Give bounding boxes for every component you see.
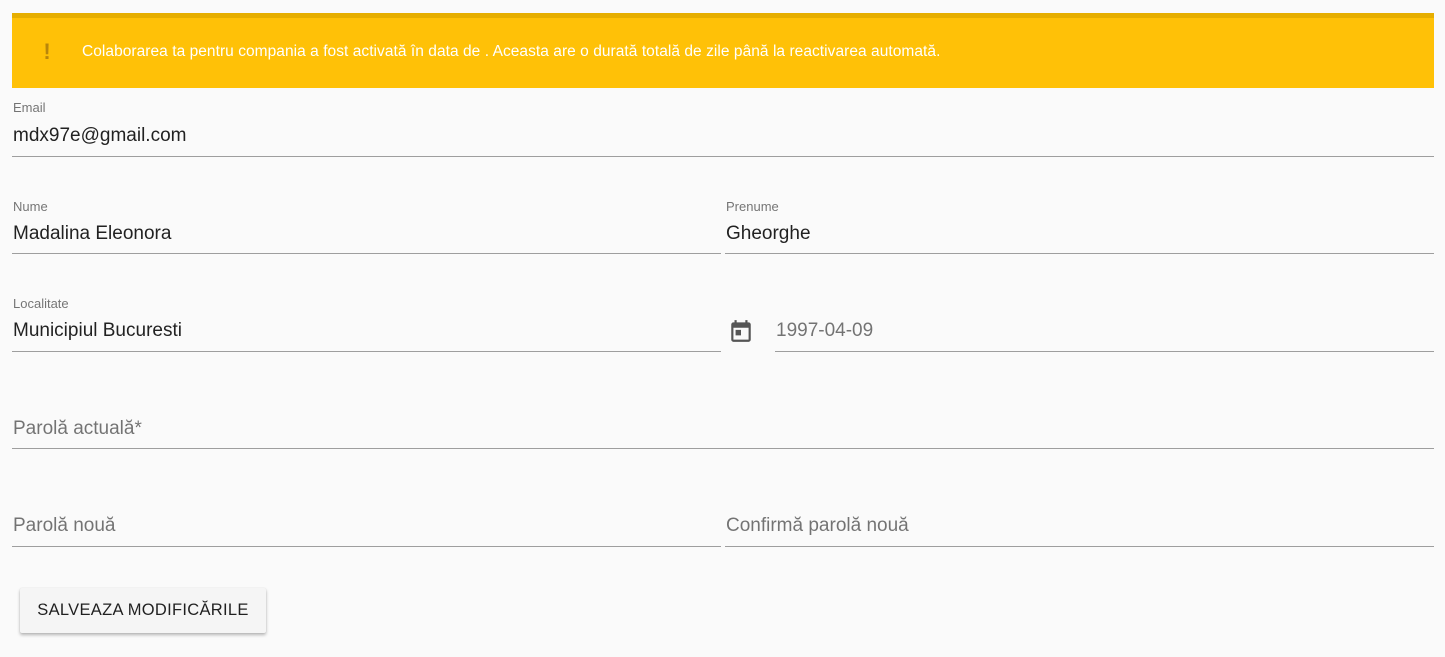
current-password-placeholder: Parolă actuală* [13,418,142,439]
nume-label: Nume [13,199,48,214]
current-password-field[interactable]: Parolă actuală* [12,388,1434,449]
activation-alert: ! Colaborarea ta pentru compania a fost … [12,13,1434,88]
exclamation-icon: ! [43,39,51,64]
email-label: Email [13,100,46,115]
birth-date-field[interactable]: 1997-04-09 [775,291,1434,352]
profile-settings-page: ! Colaborarea ta pentru compania a fost … [0,0,1445,657]
confirm-password-placeholder: Confirmă parolă nouă [726,515,909,536]
prenume-field[interactable]: Prenume Gheorghe [725,194,1434,254]
email-value: mdx97e@gmail.com [13,125,187,146]
localitate-label: Localitate [13,296,69,311]
nume-field[interactable]: Nume Madalina Eleonora [12,194,721,254]
new-password-field[interactable]: Parolă nouă [12,486,721,547]
new-password-placeholder: Parolă nouă [13,515,116,536]
save-changes-button[interactable]: SALVEAZA MODIFICĂRILE [20,588,266,633]
nume-value: Madalina Eleonora [13,223,172,244]
email-field[interactable]: Email mdx97e@gmail.com [12,96,1434,157]
calendar-icon[interactable] [728,318,754,344]
prenume-value: Gheorghe [726,223,811,244]
confirm-password-field[interactable]: Confirmă parolă nouă [725,486,1434,547]
alert-message: Colaborarea ta pentru compania a fost ac… [82,43,941,60]
localitate-value: Municipiul Bucuresti [13,320,182,341]
localitate-field[interactable]: Localitate Municipiul Bucuresti [12,291,721,352]
prenume-label: Prenume [726,199,779,214]
birth-date-value: 1997-04-09 [776,320,874,341]
